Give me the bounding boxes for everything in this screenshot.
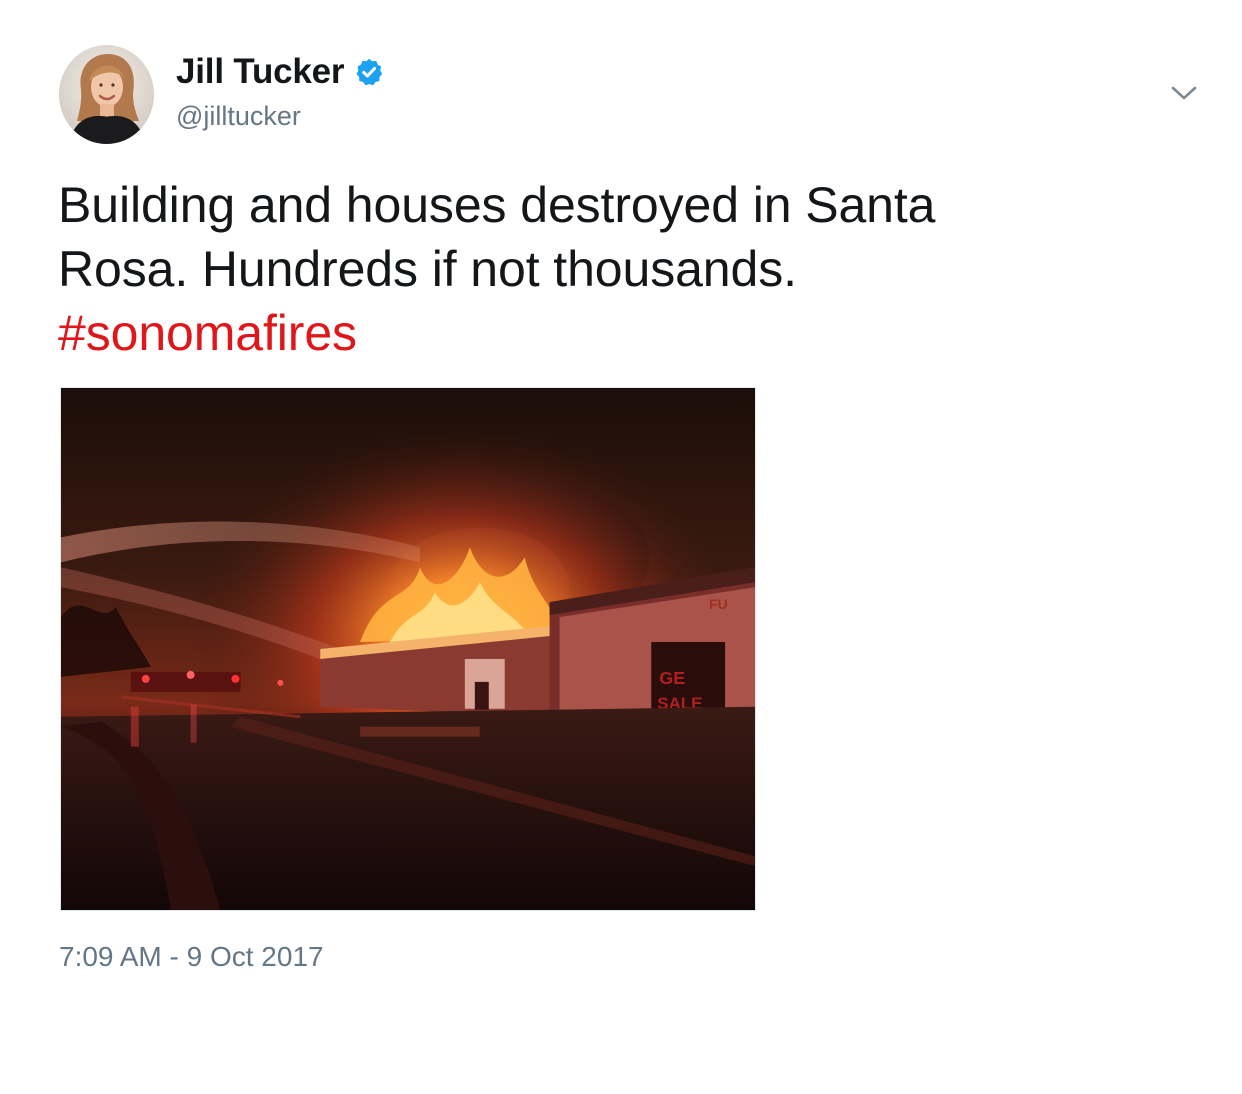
hashtag-link[interactable]: #sonomafires: [58, 305, 357, 361]
tweet-text: Building and houses destroyed in Santa R…: [58, 173, 1178, 365]
tweet-card: Jill Tucker @jilltucker Building and hou…: [0, 0, 1242, 1094]
verified-badge-icon: [354, 57, 384, 87]
avatar[interactable]: [59, 45, 154, 144]
author-handle[interactable]: @jilltucker: [176, 101, 301, 132]
tweet-timestamp[interactable]: 7:09 AM - 9 Oct 2017: [59, 941, 324, 973]
avatar-photo-icon: [59, 45, 154, 144]
author-name-row: Jill Tucker: [176, 52, 384, 92]
tweet-text-line: Rosa. Hundreds if not thousands.: [58, 241, 797, 297]
tweet-photo[interactable]: GE SALE FU: [60, 387, 756, 911]
sign-text: FU: [709, 596, 728, 612]
author-display-name[interactable]: Jill Tucker: [176, 52, 345, 92]
tweet-text-line: Building and houses destroyed in Santa: [58, 177, 936, 233]
fire-scene-image: GE SALE FU: [61, 388, 755, 910]
chevron-down-icon[interactable]: [1170, 82, 1198, 104]
sign-text: GE: [659, 668, 685, 688]
